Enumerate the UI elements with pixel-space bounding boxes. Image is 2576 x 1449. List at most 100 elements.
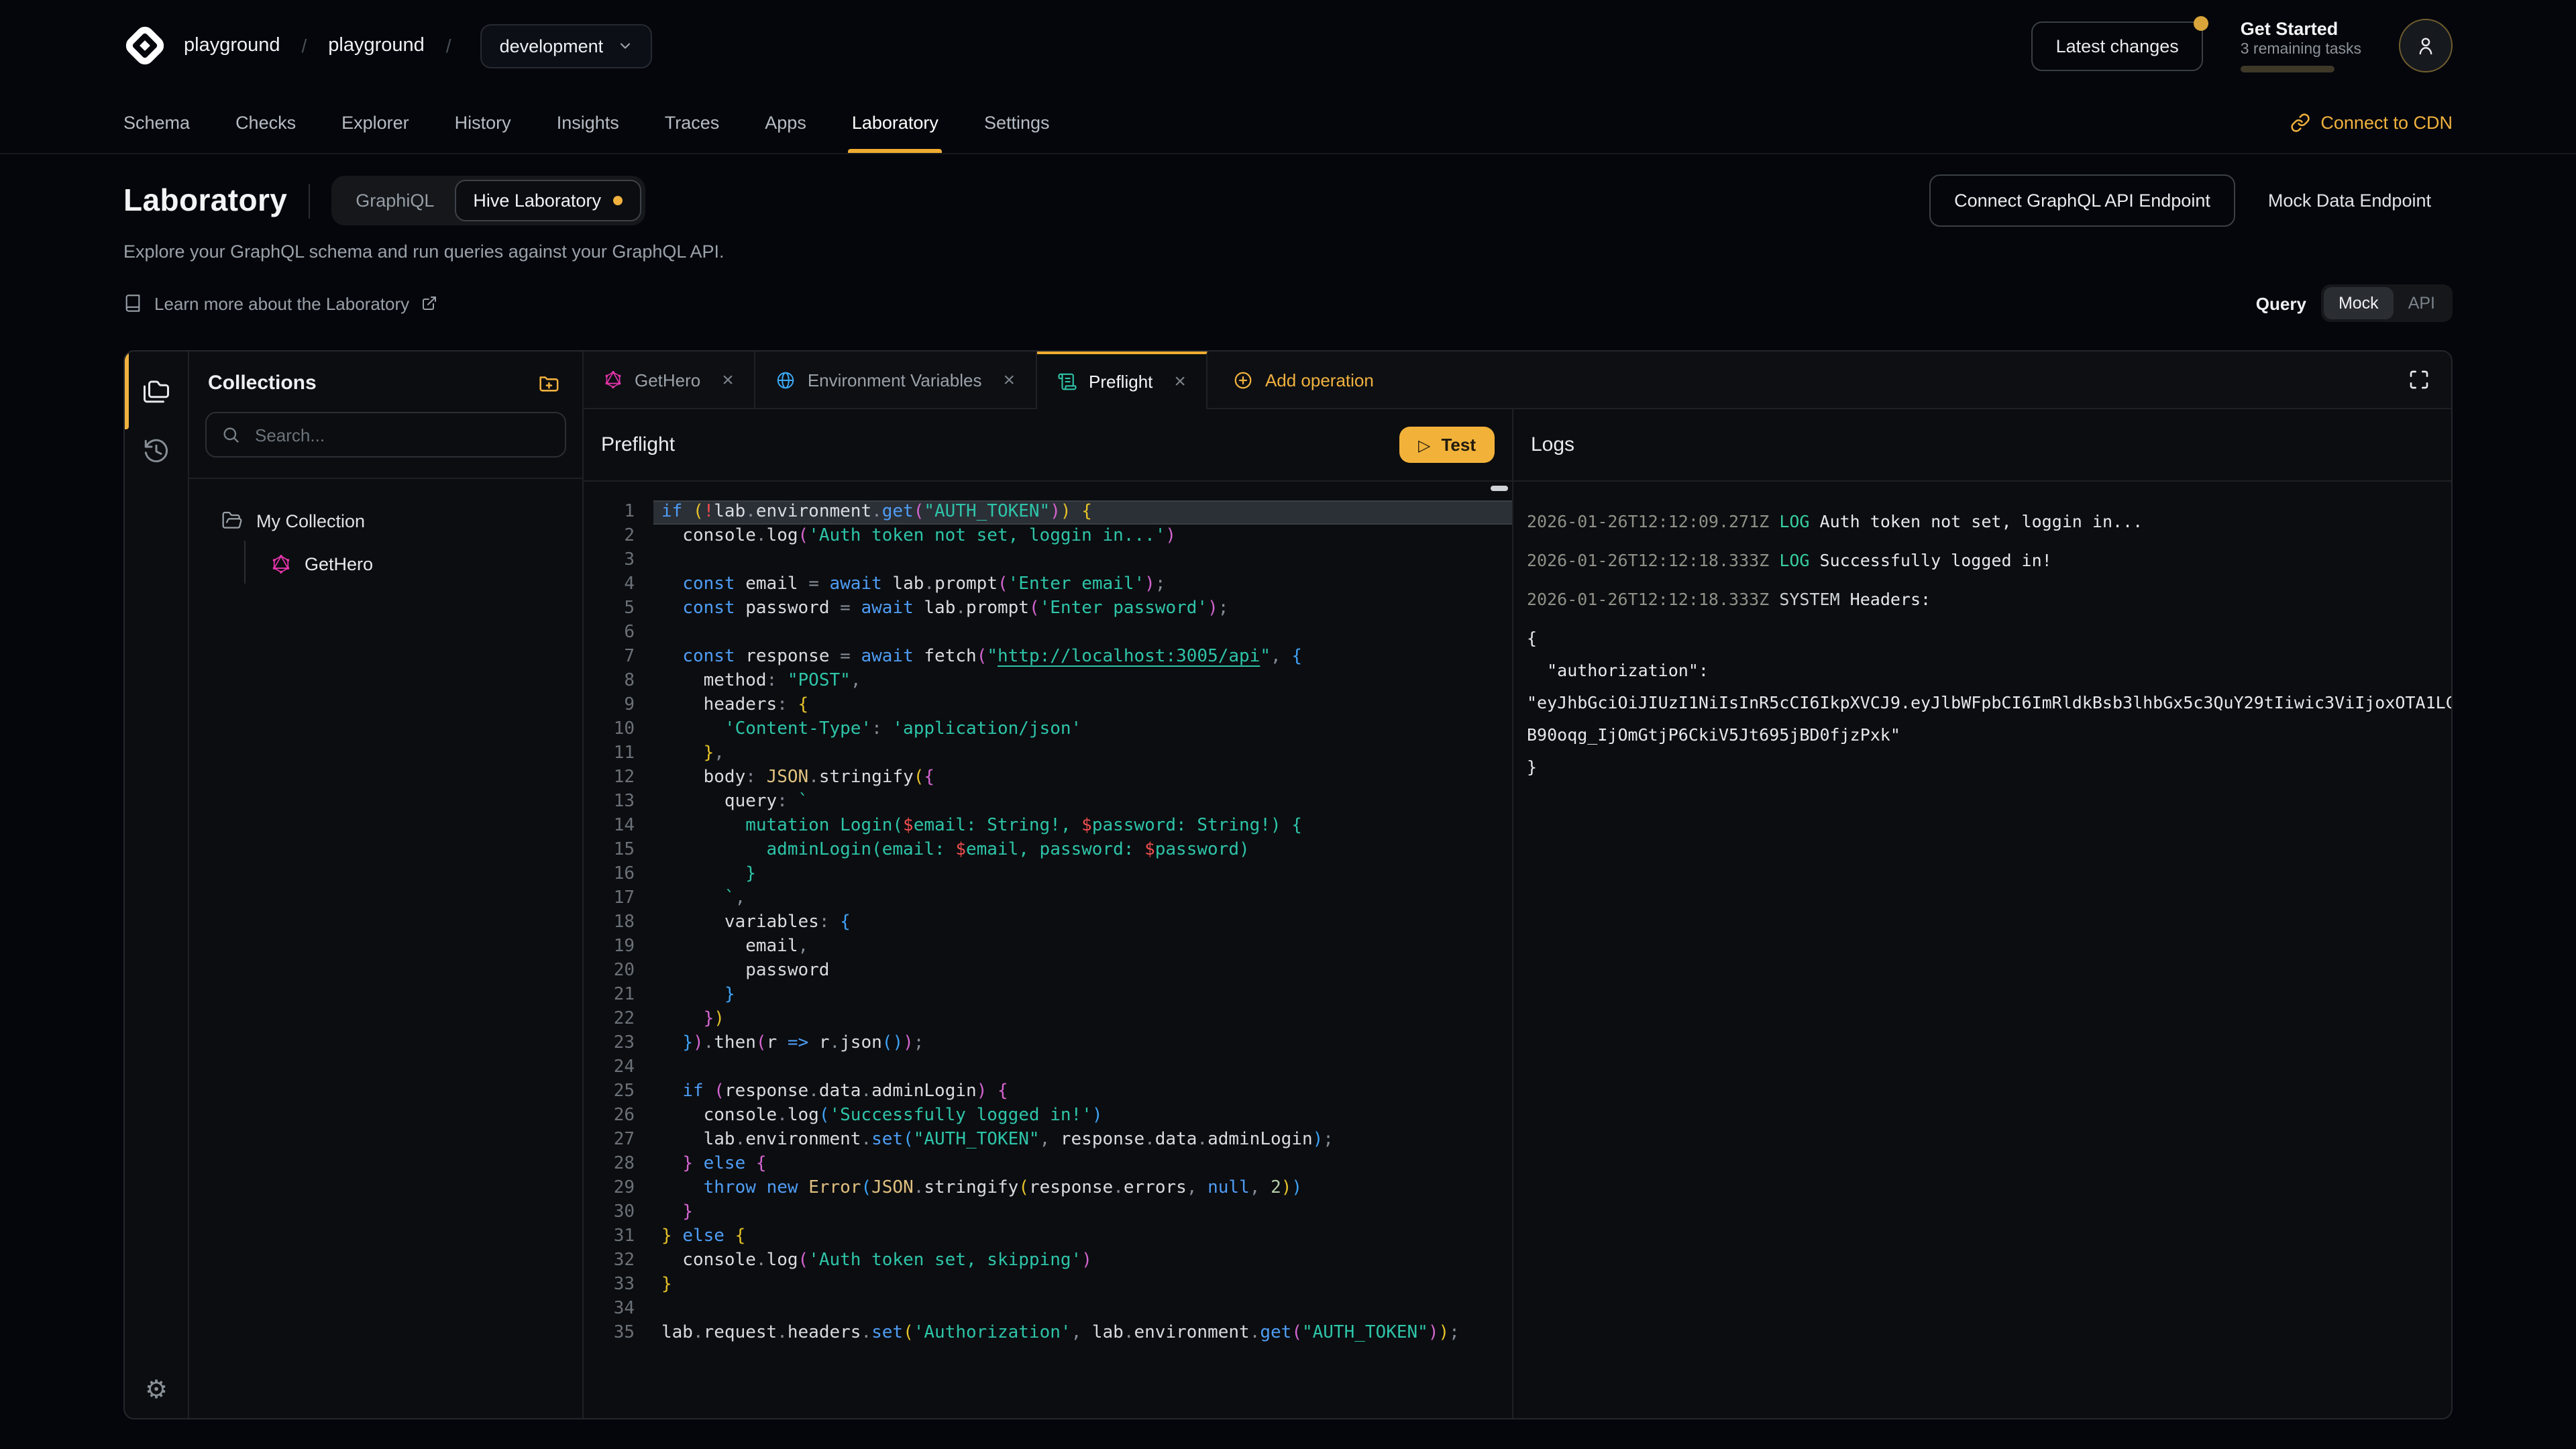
breadcrumb-org[interactable]: playground	[184, 35, 280, 56]
add-operation-label: Add operation	[1265, 370, 1374, 390]
code-line[interactable]: 34	[584, 1297, 1512, 1322]
nav-tab[interactable]: Apps	[749, 91, 822, 153]
code-line-content: console.log('Successfully logged in!')	[653, 1104, 1512, 1128]
graphiql-toggle[interactable]: GraphiQL	[335, 180, 454, 221]
nav-tab[interactable]: Checks	[219, 91, 312, 153]
close-icon[interactable]: ×	[1174, 372, 1186, 392]
nav-tab[interactable]: Settings	[968, 91, 1066, 153]
collection-operation-gethero[interactable]: GetHero	[258, 543, 569, 584]
learn-more-link[interactable]: Learn more about the Laboratory	[123, 293, 437, 313]
tab-label: Environment Variables	[808, 370, 982, 390]
latest-changes-button[interactable]: Latest changes	[2032, 21, 2203, 70]
hive-laboratory-toggle[interactable]: Hive Laboratory	[454, 180, 641, 221]
code-line-content: } else {	[653, 1152, 1512, 1177]
code-line[interactable]: 18 variables: {	[584, 911, 1512, 935]
nav-tab[interactable]: Explorer	[325, 91, 425, 153]
mock-option[interactable]: Mock	[2324, 287, 2394, 319]
code-line[interactable]: 25 if (response.data.adminLogin) {	[584, 1080, 1512, 1104]
line-number: 26	[584, 1104, 653, 1128]
code-line[interactable]: 9 headers: {	[584, 694, 1512, 718]
api-option[interactable]: API	[2394, 287, 2450, 319]
code-line[interactable]: 23 }).then(r => r.json());	[584, 1032, 1512, 1056]
code-line[interactable]: 28 } else {	[584, 1152, 1512, 1177]
test-button[interactable]: ▷ Test	[1399, 427, 1495, 463]
close-icon[interactable]: ×	[722, 370, 734, 390]
code-line[interactable]: 6	[584, 621, 1512, 645]
line-number: 32	[584, 1249, 653, 1273]
collections-rail-button[interactable]	[135, 369, 178, 412]
code-line[interactable]: 21 }	[584, 983, 1512, 1008]
gear-icon: ⚙	[145, 1377, 168, 1405]
code-line[interactable]: 24	[584, 1056, 1512, 1080]
add-operation-button[interactable]: Add operation	[1208, 352, 1399, 408]
code-line[interactable]: 14 mutation Login($email: String!, $pass…	[584, 814, 1512, 839]
nav-tab[interactable]: Laboratory	[836, 91, 955, 153]
nav-tab[interactable]: Insights	[541, 91, 635, 153]
code-line[interactable]: 26 console.log('Successfully logged in!'…	[584, 1104, 1512, 1128]
line-number: 33	[584, 1273, 653, 1297]
breadcrumb-project[interactable]: playground	[328, 35, 425, 56]
code-line[interactable]: 3	[584, 549, 1512, 573]
code-line[interactable]: 30 }	[584, 1201, 1512, 1225]
connect-endpoint-button[interactable]: Connect GraphQL API Endpoint	[1929, 174, 2236, 227]
line-number: 19	[584, 935, 653, 959]
hive-logo-icon[interactable]	[123, 24, 166, 67]
nav-tab[interactable]: Schema	[107, 91, 206, 153]
code-line-content: const email = await lab.prompt('Enter em…	[653, 573, 1512, 597]
code-line[interactable]: 10 'Content-Type': 'application/json'	[584, 718, 1512, 742]
code-line[interactable]: 5 const password = await lab.prompt('Ent…	[584, 597, 1512, 621]
code-editor[interactable]: 1 if (!lab.environment.get("AUTH_TOKEN")…	[584, 482, 1512, 1418]
target-selector[interactable]: development	[481, 23, 652, 68]
close-icon[interactable]: ×	[1003, 370, 1015, 390]
code-line[interactable]: 33 }	[584, 1273, 1512, 1297]
code-line[interactable]: 11 },	[584, 742, 1512, 766]
code-line-content: }	[653, 1273, 1512, 1297]
line-number: 6	[584, 621, 653, 645]
mock-endpoint-button[interactable]: Mock Data Endpoint	[2247, 176, 2453, 225]
code-line[interactable]: 17 `,	[584, 887, 1512, 911]
tab-gethero[interactable]: GetHero ×	[584, 352, 755, 408]
logs-panel: Logs 2026-01-26T12:12:09.271Z LOG Auth t…	[1512, 409, 2451, 1418]
history-rail-button[interactable]	[135, 429, 178, 472]
get-started-widget[interactable]: Get Started 3 remaining tasks	[2241, 19, 2361, 72]
notification-dot-icon	[2194, 15, 2208, 30]
mock-endpoint-label: Mock Data Endpoint	[2268, 191, 2431, 211]
nav-tab[interactable]: History	[439, 91, 527, 153]
book-icon	[123, 294, 142, 313]
tab-environment-variables[interactable]: Environment Variables ×	[755, 352, 1036, 408]
collection-folder-my-collection[interactable]: My Collection	[203, 500, 569, 541]
nav-tab[interactable]: Traces	[649, 91, 736, 153]
user-icon	[2414, 34, 2438, 58]
code-line[interactable]: 20 password	[584, 959, 1512, 983]
code-line[interactable]: 22 })	[584, 1008, 1512, 1032]
code-line[interactable]: 19 email,	[584, 935, 1512, 959]
graphiql-toggle-label: GraphiQL	[356, 191, 434, 211]
code-line[interactable]: 13 query: `	[584, 790, 1512, 814]
code-line[interactable]: 27 lab.environment.set("AUTH_TOKEN", res…	[584, 1128, 1512, 1152]
code-line[interactable]: 8 method: "POST",	[584, 669, 1512, 694]
fullscreen-button[interactable]	[2387, 352, 2451, 408]
code-line[interactable]: 7 const response = await fetch("http://l…	[584, 645, 1512, 669]
code-line[interactable]: 31 } else {	[584, 1225, 1512, 1249]
new-collection-button[interactable]	[537, 372, 559, 394]
scrollbar-thumb[interactable]	[1491, 486, 1508, 491]
tab-preflight[interactable]: Preflight ×	[1036, 352, 1208, 409]
code-line[interactable]: 2 console.log('Auth token not set, loggi…	[584, 525, 1512, 549]
connect-cdn-link[interactable]: Connect to CDN	[2290, 91, 2453, 153]
search-input[interactable]	[252, 423, 550, 446]
folder-plus-icon	[537, 372, 559, 394]
line-number: 23	[584, 1032, 653, 1056]
settings-rail-button[interactable]: ⚙	[137, 1377, 176, 1405]
code-line[interactable]: 15 adminLogin(email: $email, password: $…	[584, 839, 1512, 863]
code-line[interactable]: 1 if (!lab.environment.get("AUTH_TOKEN")…	[584, 500, 1512, 525]
user-avatar[interactable]	[2399, 19, 2453, 72]
line-number: 12	[584, 766, 653, 790]
code-line[interactable]: 4 const email = await lab.prompt('Enter …	[584, 573, 1512, 597]
page-subtitle: Explore your GraphQL schema and run quer…	[123, 241, 2453, 262]
search-box[interactable]	[205, 412, 566, 458]
code-line[interactable]: 29 throw new Error(JSON.stringify(respon…	[584, 1177, 1512, 1201]
code-line[interactable]: 12 body: JSON.stringify({	[584, 766, 1512, 790]
code-line[interactable]: 32 console.log('Auth token set, skipping…	[584, 1249, 1512, 1273]
code-line[interactable]: 16 }	[584, 863, 1512, 887]
code-line[interactable]: 35 lab.request.headers.set('Authorizatio…	[584, 1322, 1512, 1346]
